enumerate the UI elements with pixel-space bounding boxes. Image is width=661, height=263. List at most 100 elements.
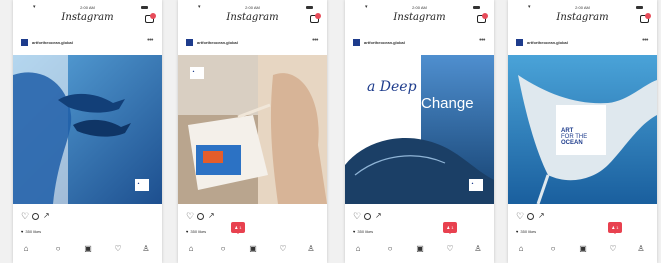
- more-icon[interactable]: •••: [147, 37, 153, 44]
- heart-icon[interactable]: ♡: [353, 211, 361, 222]
- search-icon[interactable]: ○: [53, 244, 63, 253]
- avatar[interactable]: [21, 39, 28, 46]
- status-bar: ▾ 2:00 AM: [13, 4, 162, 12]
- profile-icon[interactable]: ♙: [306, 244, 316, 253]
- comment-icon[interactable]: [364, 213, 371, 220]
- comment-icon[interactable]: [197, 213, 204, 220]
- logo-card: ▲: [190, 67, 204, 79]
- profile-icon[interactable]: ♙: [473, 244, 483, 253]
- camera-icon[interactable]: ▣: [248, 244, 258, 253]
- activity-badge[interactable]: ♟ 1: [231, 222, 245, 234]
- search-icon[interactable]: ○: [218, 244, 228, 253]
- bottom-nav: ⌂ ○ ▣ ♡ ♙: [13, 244, 162, 256]
- likes-count: ♥ 350 likes: [186, 229, 206, 234]
- heart-icon[interactable]: ♡: [21, 211, 29, 222]
- camera-icon[interactable]: ▣: [578, 244, 588, 253]
- status-bar: ▾ 2:00 AM: [508, 4, 657, 12]
- battery-icon: [473, 6, 480, 9]
- more-icon[interactable]: •••: [312, 37, 318, 44]
- post-image-painter[interactable]: ▲: [178, 55, 327, 204]
- heart-icon[interactable]: ♡: [186, 211, 194, 222]
- status-bar: ▾ 2:00 AM: [178, 4, 327, 12]
- activity-icon[interactable]: ♡: [445, 244, 455, 253]
- account-name[interactable]: artfortheocean.global: [527, 40, 568, 45]
- share-icon[interactable]: ↗: [375, 211, 382, 220]
- logo-line-3: OCEAN: [561, 140, 583, 146]
- heart-small-icon: ♥: [186, 229, 189, 234]
- share-icon[interactable]: ↗: [43, 211, 50, 220]
- post-header: artfortheocean.global •••: [178, 37, 327, 49]
- activity-icon[interactable]: ♡: [278, 244, 288, 253]
- share-icon[interactable]: ↗: [208, 211, 215, 220]
- camera-icon[interactable]: ▣: [415, 244, 425, 253]
- post-header: artfortheocean.global •••: [13, 37, 162, 49]
- status-time: 2:00 AM: [80, 5, 95, 10]
- notification-dot: [482, 13, 488, 19]
- account-name[interactable]: artfortheocean.global: [197, 40, 238, 45]
- avatar[interactable]: [186, 39, 193, 46]
- likes-text: 350 likes: [25, 229, 42, 234]
- post-image-portrait-dolphins[interactable]: ▲: [13, 55, 162, 204]
- badge-count: 1: [616, 225, 619, 230]
- app-title: Instagram: [61, 12, 114, 23]
- home-icon[interactable]: ⌂: [186, 244, 196, 253]
- post-actions: ♡ ↗: [353, 211, 413, 222]
- phone-mockup-3: ▾ 2:00 AM Instagram artfortheocean.globa…: [345, 0, 494, 263]
- comment-icon[interactable]: [32, 213, 39, 220]
- likes-count: ♥ 350 likes: [353, 229, 373, 234]
- search-icon[interactable]: ○: [548, 244, 558, 253]
- status-time: 2:00 AM: [412, 5, 427, 10]
- activity-badge[interactable]: ♟ 1: [443, 222, 457, 234]
- home-icon[interactable]: ⌂: [21, 244, 31, 253]
- more-icon[interactable]: •••: [642, 37, 648, 44]
- post-image-manta-ray[interactable]: ART FOR THE OCEAN: [508, 55, 657, 204]
- profile-icon[interactable]: ♙: [636, 244, 646, 253]
- likes-count: ♥ 350 likes: [516, 229, 536, 234]
- likes-text: 350 likes: [190, 229, 207, 234]
- headline-a: a Deep: [367, 79, 417, 95]
- direct-message-icon[interactable]: [640, 13, 651, 23]
- heart-icon[interactable]: ♡: [516, 211, 524, 222]
- status-time: 2:00 AM: [245, 5, 260, 10]
- logo-card: ▲: [469, 179, 483, 191]
- share-icon[interactable]: ↗: [538, 211, 545, 220]
- phone-mockup-1: ▾ 2:00 AM Instagram artfortheocean.globa…: [13, 0, 162, 263]
- app-title: Instagram: [226, 12, 279, 23]
- direct-message-icon[interactable]: [310, 13, 321, 23]
- post-actions: ♡ ↗: [186, 211, 246, 222]
- avatar[interactable]: [353, 39, 360, 46]
- search-icon[interactable]: ○: [385, 244, 395, 253]
- heart-small-icon: ♥: [516, 229, 519, 234]
- battery-icon: [306, 6, 313, 9]
- comment-icon[interactable]: [527, 213, 534, 220]
- badge-count: 1: [239, 225, 242, 230]
- activity-icon[interactable]: ♡: [608, 244, 618, 253]
- direct-message-icon[interactable]: [477, 13, 488, 23]
- bottom-nav: ⌂ ○ ▣ ♡ ♙: [178, 244, 327, 256]
- home-icon[interactable]: ⌂: [516, 244, 526, 253]
- more-icon[interactable]: •••: [479, 37, 485, 44]
- direct-message-icon[interactable]: [145, 13, 156, 23]
- battery-icon: [636, 6, 643, 9]
- profile-icon[interactable]: ♙: [141, 244, 151, 253]
- post-image-whale[interactable]: a Deep Change ▲: [345, 55, 494, 204]
- account-name[interactable]: artfortheocean.global: [364, 40, 405, 45]
- avatar[interactable]: [516, 39, 523, 46]
- likes-count: ♥ 350 likes: [21, 229, 41, 234]
- activity-icon[interactable]: ♡: [113, 244, 123, 253]
- home-icon[interactable]: ⌂: [353, 244, 363, 253]
- battery-icon: [141, 6, 148, 9]
- post-header: artfortheocean.global •••: [508, 37, 657, 49]
- post-actions: ♡ ↗: [516, 211, 576, 222]
- post-actions: ♡ ↗: [21, 211, 81, 222]
- likes-text: 350 likes: [520, 229, 537, 234]
- camera-icon[interactable]: ▣: [83, 244, 93, 253]
- bottom-nav: ⌂ ○ ▣ ♡ ♙: [508, 244, 657, 256]
- activity-badge[interactable]: ♟ 1: [608, 222, 622, 234]
- status-bar: ▾ 2:00 AM: [345, 4, 494, 12]
- badge-count: 1: [451, 225, 454, 230]
- app-title: Instagram: [393, 12, 446, 23]
- account-name[interactable]: artfortheocean.global: [32, 40, 73, 45]
- logo-card-large: ART FOR THE OCEAN: [556, 105, 606, 155]
- app-title: Instagram: [556, 12, 609, 23]
